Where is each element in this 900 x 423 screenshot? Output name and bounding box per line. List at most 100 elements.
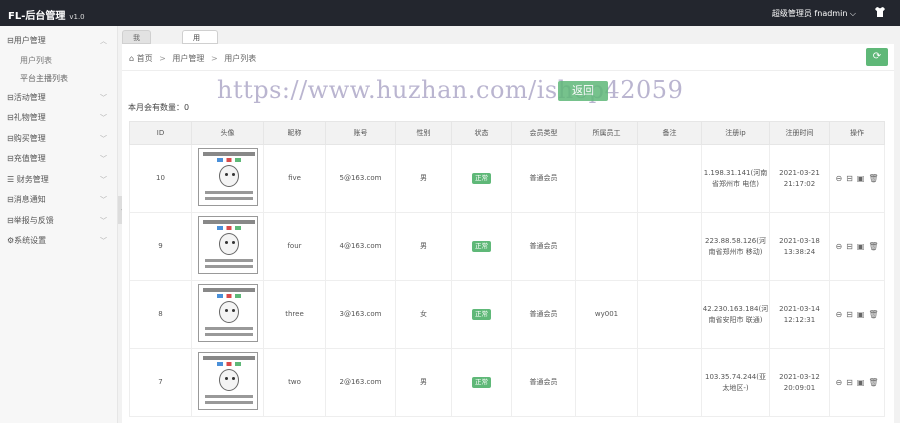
sidebar-item-label: ⊟举报与反馈 <box>7 215 54 225</box>
disable-icon[interactable]: ⊖ <box>835 174 842 183</box>
cell-nickname-text: four <box>287 242 302 250</box>
view-icon[interactable]: ▣ <box>857 310 865 319</box>
cell-id-text: 10 <box>156 174 165 182</box>
sidebar-item-label: ⊟活动管理 <box>7 92 46 102</box>
home-icon: ⌂ <box>129 54 135 63</box>
sidebar-item-3[interactable]: ⊟购买管理 ﹀ <box>0 129 117 150</box>
breadcrumb-user-management[interactable]: 用户管理 <box>172 54 204 63</box>
edit-icon[interactable]: ⊟ <box>846 310 853 319</box>
cell-gender: 男 <box>395 348 452 417</box>
cell-staff <box>575 348 638 417</box>
trash-icon[interactable]: 🗑 <box>868 310 878 319</box>
sidebar-item-2[interactable]: ⊟礼物管理 ﹀ <box>0 108 117 129</box>
sidebar-item-4[interactable]: ⊟充值管理 ﹀ <box>0 149 117 170</box>
main-panel: ⌂ 首页 > 用户管理 > 用户列表 ⟳ https://www.huzhan.… <box>122 44 894 423</box>
chevron-up-icon: ︿ <box>100 37 107 45</box>
trash-icon[interactable]: 🗑 <box>868 378 878 387</box>
cell-actions: ⊖ ⊟ ▣ 🗑 <box>829 348 885 417</box>
cell-register-ip-text: 103.35.74.244(亚太地区-) <box>705 372 766 392</box>
avatar <box>197 147 258 206</box>
cell-gender-text: 男 <box>420 242 427 250</box>
trash-icon[interactable]: 🗑 <box>868 242 878 251</box>
cell-avatar <box>191 280 264 349</box>
chevron-down-icon: ﹀ <box>100 93 107 102</box>
cell-member-type: 普通会员 <box>511 280 576 349</box>
cell-status: 正常 <box>451 280 512 349</box>
cell-staff <box>575 144 638 213</box>
cell-register-time: 2021-03-21 21:17:02 <box>769 144 830 213</box>
cell-staff: wy001 <box>575 280 638 349</box>
sidebar-item-label: ⊟用户管理 <box>7 36 46 45</box>
sidebar-item-0[interactable]: ⊟用户管理 ︿ <box>0 31 117 52</box>
cell-gender-text: 男 <box>420 378 427 386</box>
breadcrumb-user-list: 用户列表 <box>224 54 257 63</box>
cell-status: 正常 <box>451 212 512 281</box>
view-icon[interactable]: ▣ <box>857 378 865 387</box>
disable-icon[interactable]: ⊖ <box>835 310 842 319</box>
cell-note <box>637 348 702 417</box>
chevron-down-icon: ﹀ <box>100 155 107 163</box>
sidebar-subitem-0[interactable]: 用户列表 <box>0 52 117 70</box>
view-icon[interactable]: ▣ <box>857 242 865 251</box>
refresh-button[interactable]: ⟳ <box>866 48 888 66</box>
avatar <box>197 283 258 342</box>
cell-nickname: three <box>263 280 326 349</box>
view-icon[interactable]: ▣ <box>857 174 865 183</box>
tab-my-desktop[interactable]: 我的桌面 <box>122 30 151 84</box>
cell-avatar <box>191 212 264 281</box>
cell-actions: ⊖ ⊟ ▣ 🗑 <box>829 280 885 349</box>
sidebar-item-6[interactable]: ⊟消息通知 ﹀ <box>0 190 117 211</box>
user-menu[interactable]: 超级管理员 fnadmin ⌵ <box>772 8 856 19</box>
cell-actions: ⊖ ⊟ ▣ 🗑 <box>829 144 885 213</box>
column-header: 注册时间 <box>769 121 830 145</box>
sidebar-subitem-1[interactable]: 平台主播列表 <box>0 70 117 88</box>
shirt-icon[interactable] <box>874 6 886 18</box>
sidebar-item-label: ⚙系统设置 <box>7 236 47 245</box>
cell-register-ip-text: 223.88.58.126(河南省郑州市 移动) <box>705 236 766 256</box>
sidebar-item-8[interactable]: ⚙系统设置 ﹀ <box>0 231 117 252</box>
sidebar-item-label: ⊟充值管理 <box>7 154 46 163</box>
trash-icon[interactable]: 🗑 <box>868 174 878 183</box>
cell-actions: ⊖ ⊟ ▣ 🗑 <box>829 212 885 281</box>
sidebar-item-1[interactable]: ⊟活动管理 ﹀ <box>0 88 117 109</box>
cell-staff-text: wy001 <box>594 310 619 318</box>
cell-account: 3@163.com <box>325 280 396 349</box>
table-row: 10 five 5@163.com 男 正常 普通会员 1.198.31.141(河南省郑州… <box>129 144 885 213</box>
watermark-badge: 返回 <box>558 81 608 101</box>
cell-account: 5@163.com <box>325 144 396 213</box>
divider <box>122 70 894 71</box>
cell-member-type: 普通会员 <box>511 144 576 213</box>
edit-icon[interactable]: ⊟ <box>846 174 853 183</box>
tab-user-list[interactable]: 用户列表× <box>182 30 218 98</box>
app-logo[interactable]: FL-后台管理 v1.0 <box>8 7 85 22</box>
chevron-down-icon: ﹀ <box>100 175 107 184</box>
status-badge[interactable]: 正常 <box>472 173 491 184</box>
cell-status: 正常 <box>451 144 512 213</box>
table-body: 10 five 5@163.com 男正常 普通会员 1.198.31.141(河南省郑州… <box>129 144 885 417</box>
status-badge[interactable]: 正常 <box>472 377 491 388</box>
cell-account: 4@163.com <box>325 212 396 281</box>
cell-nickname: five <box>263 144 326 213</box>
cell-member-type: 普通会员 <box>511 212 576 281</box>
cell-gender: 男 <box>395 144 452 213</box>
column-header: 头像 <box>191 121 264 145</box>
status-badge[interactable]: 正常 <box>472 241 491 252</box>
cell-register-ip-text: 42.230.163.184(河南省安阳市 联通) <box>702 304 769 324</box>
sidebar-item-5[interactable]: ☰ 财务管理 ﹀ <box>0 170 117 191</box>
cell-id-text: 9 <box>158 242 163 250</box>
disable-icon[interactable]: ⊖ <box>835 378 842 387</box>
breadcrumb-home[interactable]: 首页 <box>137 54 153 63</box>
cell-id: 9 <box>129 212 192 281</box>
column-header: 状态 <box>451 121 512 145</box>
cell-register-time-text: 2021-03-12 20:09:01 <box>779 372 820 392</box>
cell-register-ip-text: 1.198.31.141(河南省郑州市 电信) <box>703 168 768 188</box>
cell-gender: 男 <box>395 212 452 281</box>
edit-icon[interactable]: ⊟ <box>846 378 853 387</box>
status-badge[interactable]: 正常 <box>472 309 491 320</box>
sidebar-item-7[interactable]: ⊟举报与反馈 ﹀ <box>0 211 117 232</box>
edit-icon[interactable]: ⊟ <box>846 242 853 251</box>
cell-member-type-text: 普通会员 <box>529 378 558 386</box>
column-header: 会员类型 <box>511 121 576 145</box>
disable-icon[interactable]: ⊖ <box>835 242 842 251</box>
column-header: 昵称 <box>263 121 326 145</box>
